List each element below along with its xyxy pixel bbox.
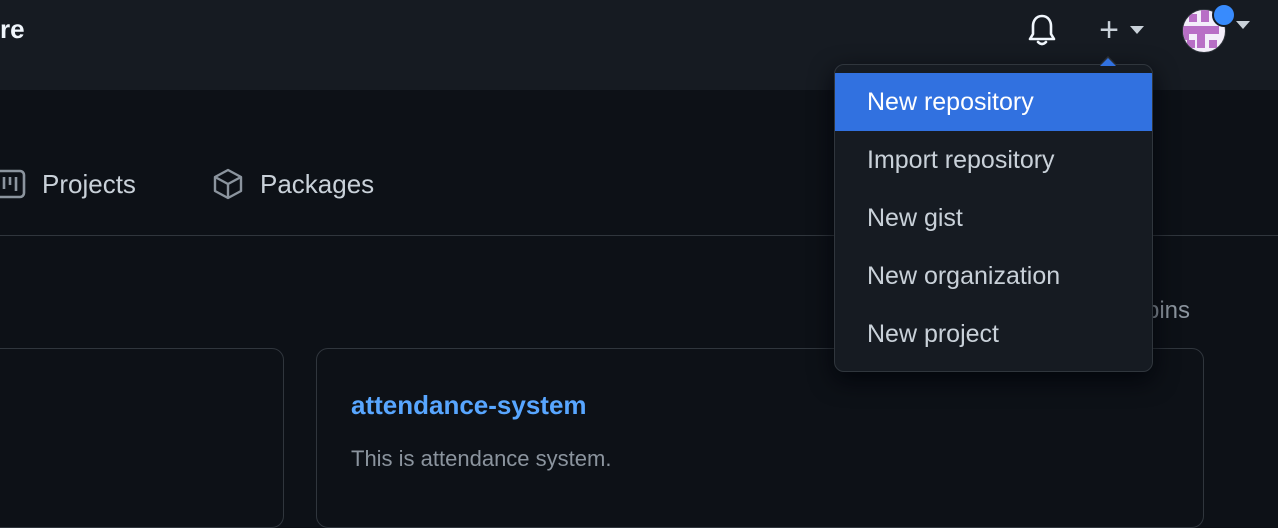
notification-dot	[1212, 3, 1236, 27]
repo-description: This is attendance system.	[351, 446, 612, 471]
tab-projects[interactable]: Projects	[0, 162, 136, 206]
chevron-down-icon	[1130, 26, 1144, 34]
tab-projects-label: Projects	[42, 168, 136, 199]
pinned-repo-card: attendance-system This is attendance sys…	[316, 348, 1204, 528]
header-title[interactable]: re	[0, 14, 25, 44]
notifications-button[interactable]	[1024, 12, 1060, 48]
create-menu-dropdown: New repository Import repository New gis…	[834, 64, 1153, 372]
menu-item-new-repository[interactable]: New repository	[835, 73, 1152, 131]
menu-item-new-project[interactable]: New project	[835, 305, 1152, 363]
menu-item-new-organization[interactable]: New organization	[835, 247, 1152, 305]
create-new-button[interactable]: +	[1094, 12, 1158, 48]
chevron-down-icon	[1236, 21, 1250, 29]
pinned-repo-card	[0, 348, 284, 528]
tab-packages[interactable]: Packages	[210, 162, 374, 206]
tab-packages-label: Packages	[260, 168, 375, 199]
plus-icon: +	[1099, 11, 1119, 49]
bell-icon	[1028, 14, 1056, 46]
package-icon	[213, 168, 243, 200]
repo-name-link[interactable]: attendance-system	[351, 389, 587, 421]
menu-item-new-gist[interactable]: New gist	[835, 189, 1152, 247]
menu-item-import-repository[interactable]: Import repository	[835, 131, 1152, 189]
project-board-icon	[0, 169, 26, 199]
dropdown-caret-fill	[1100, 58, 1116, 66]
